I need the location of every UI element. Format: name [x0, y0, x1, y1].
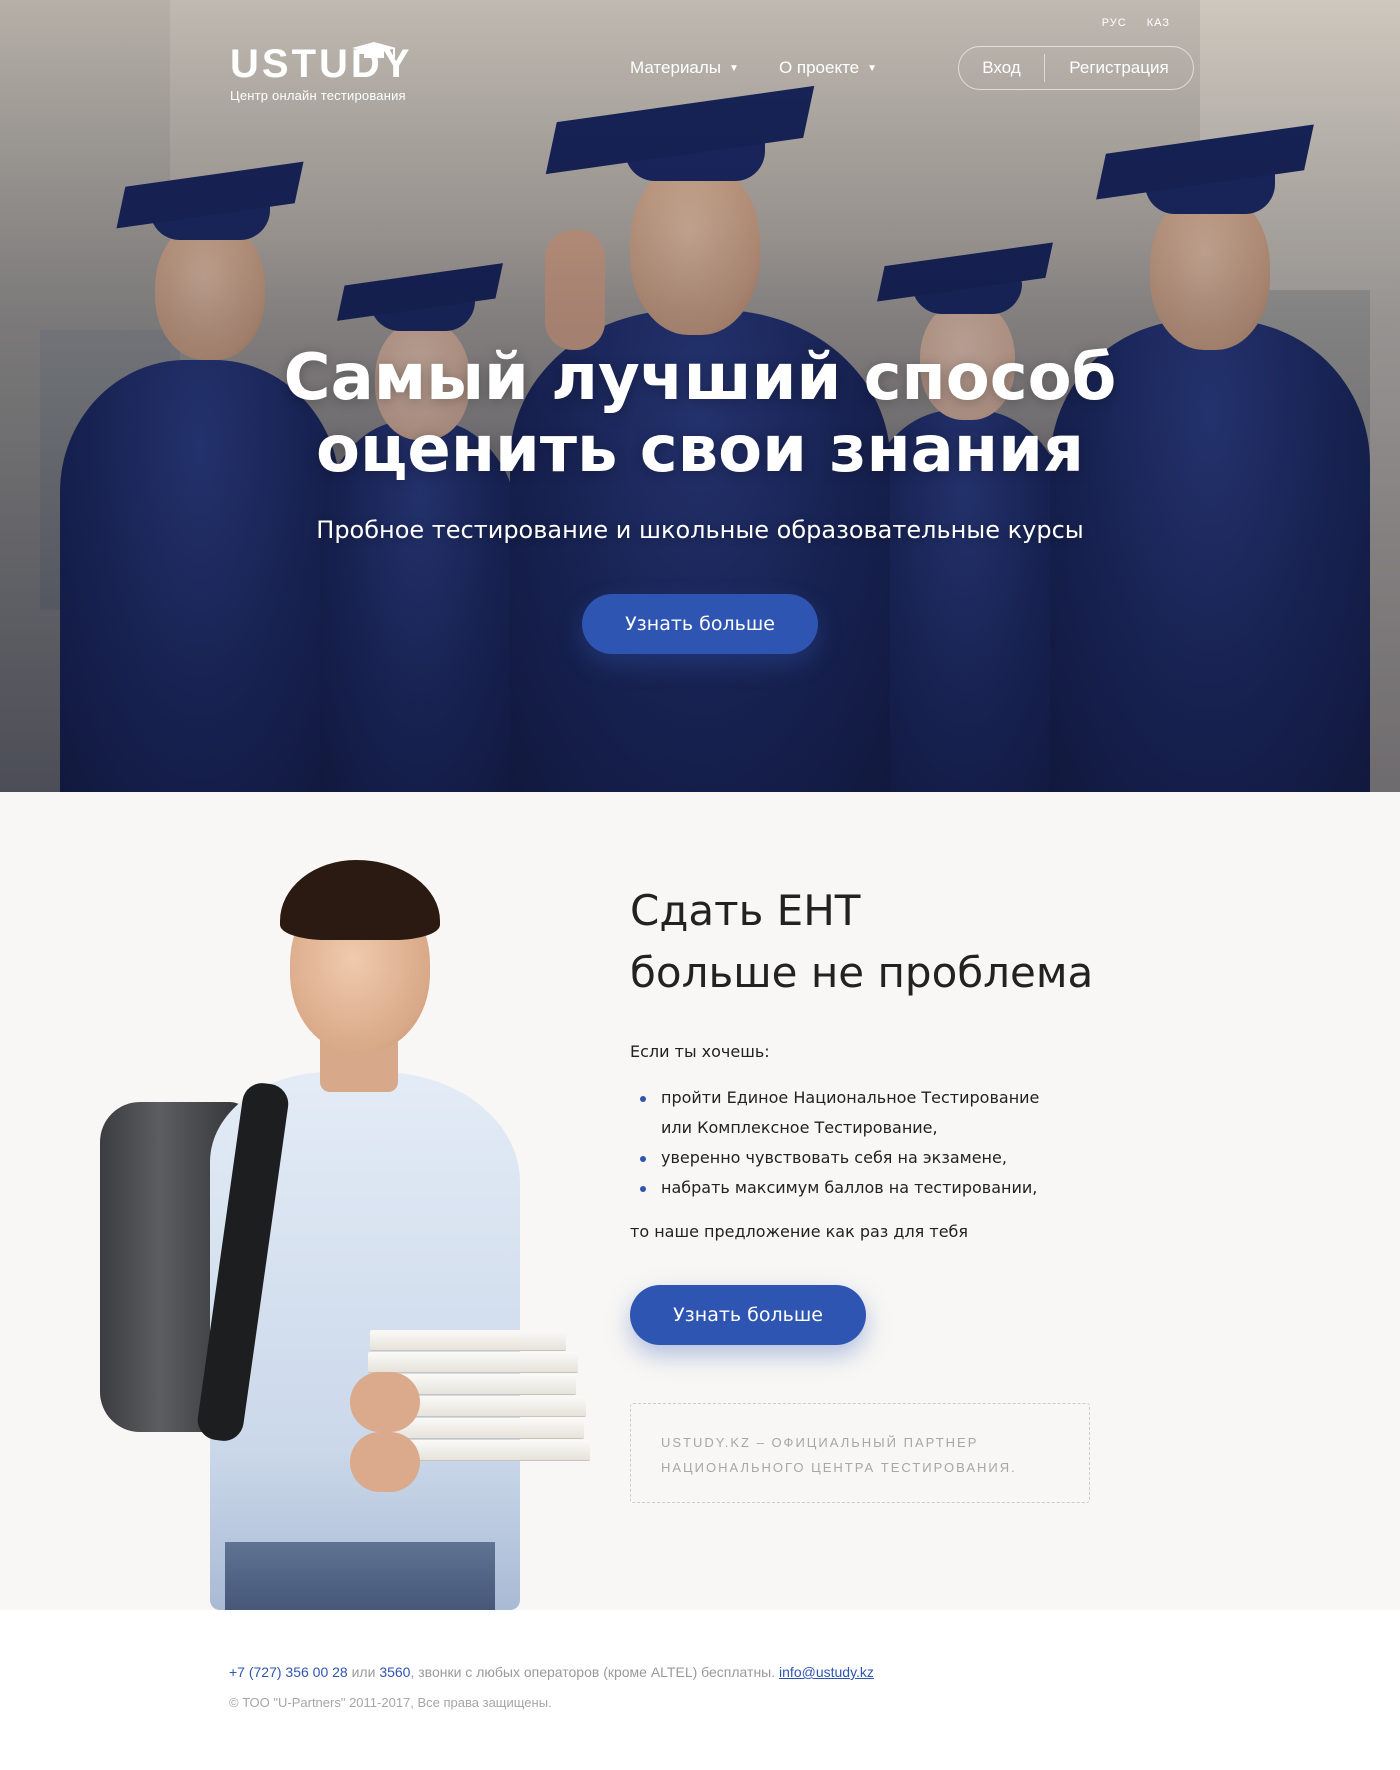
footer-or-text: или	[347, 1664, 380, 1680]
footer-copyright: © ТОО "U-Partners" 2011-2017, Все права …	[229, 1695, 552, 1710]
partner-notice: USTUDY.KZ – официальный партнер национал…	[630, 1403, 1090, 1503]
hero-subtitle: Пробное тестирование и школьные образова…	[316, 516, 1084, 544]
about-title: Сдать ЕНТ больше не проблема	[630, 880, 1150, 1004]
partner-notice-line2: национального центра тестирования.	[661, 1460, 1017, 1475]
hero-section: USTUDY Центр онлайн тестирования РУС КАЗ…	[0, 0, 1400, 792]
language-switcher: РУС КАЗ	[1102, 17, 1170, 29]
footer-calls-note: , звонки с любых операторов (кроме ALTEL…	[410, 1664, 780, 1680]
lang-ru[interactable]: РУС	[1102, 17, 1127, 29]
list-item-continuation: или Комплексное Тестирование,	[661, 1118, 938, 1137]
list-item: уверенно чувствовать себя на экзамене,	[630, 1143, 1150, 1173]
caret-down-icon: ▼	[729, 62, 739, 74]
about-title-line2: больше не проблема	[630, 948, 1094, 997]
nav-materials[interactable]: Материалы ▼	[630, 58, 739, 78]
graduation-cap-icon	[352, 42, 396, 58]
hero-title: Самый лучший способ оценить свои знания	[0, 342, 1400, 486]
auth-group: Вход Регистрация	[958, 46, 1194, 90]
caret-down-icon: ▼	[867, 62, 878, 74]
nav-about[interactable]: О проекте ▼	[779, 58, 877, 78]
register-button[interactable]: Регистрация	[1045, 58, 1193, 78]
about-content: Сдать ЕНТ больше не проблема Если ты хоч…	[630, 880, 1150, 1503]
list-item: набрать максимум баллов на тестировании,	[630, 1173, 1150, 1203]
footer: +7 (727) 356 00 28 или 3560, звонки с лю…	[0, 1610, 1400, 1770]
footer-phone-main[interactable]: +7 (727) 356 00 28	[229, 1664, 348, 1680]
logo-subtitle: Центр онлайн тестирования	[230, 88, 406, 103]
student-hair	[280, 860, 440, 940]
student-photo	[100, 852, 600, 1610]
about-section: Сдать ЕНТ больше не проблема Если ты хоч…	[0, 792, 1400, 1610]
login-button[interactable]: Вход	[959, 58, 1044, 78]
about-outro: то наше предложение как раз для тебя	[630, 1222, 969, 1241]
footer-phone-short[interactable]: 3560	[379, 1664, 410, 1680]
about-benefits-list: пройти Единое Национальное Тестирование …	[630, 1083, 1150, 1203]
top-bar: USTUDY Центр онлайн тестирования РУС КАЗ…	[0, 0, 1400, 110]
student-jeans	[225, 1542, 495, 1610]
hero-title-line1: Самый лучший способ	[283, 341, 1117, 415]
hero-title-line2: оценить свои знания	[316, 413, 1084, 487]
student-hand	[350, 1432, 420, 1492]
partner-notice-line1: USTUDY.KZ – официальный партнер	[661, 1435, 979, 1450]
about-intro: Если ты хочешь:	[630, 1042, 770, 1061]
main-nav: Материалы ▼ О проекте ▼	[630, 58, 877, 78]
footer-email-link[interactable]: info@ustudy.kz	[779, 1664, 874, 1680]
lang-kz[interactable]: КАЗ	[1147, 17, 1170, 29]
about-learn-more-button[interactable]: Узнать больше	[630, 1285, 866, 1345]
footer-contacts: +7 (727) 356 00 28 или 3560, звонки с лю…	[229, 1664, 1400, 1680]
nav-about-label: О проекте	[778, 58, 860, 77]
list-item: пройти Единое Национальное Тестирование	[630, 1083, 1150, 1113]
hero-learn-more-button[interactable]: Узнать больше	[582, 594, 818, 654]
nav-materials-label: Материалы	[630, 58, 722, 77]
about-title-line1: Сдать ЕНТ	[630, 886, 861, 935]
student-hand	[350, 1372, 420, 1432]
